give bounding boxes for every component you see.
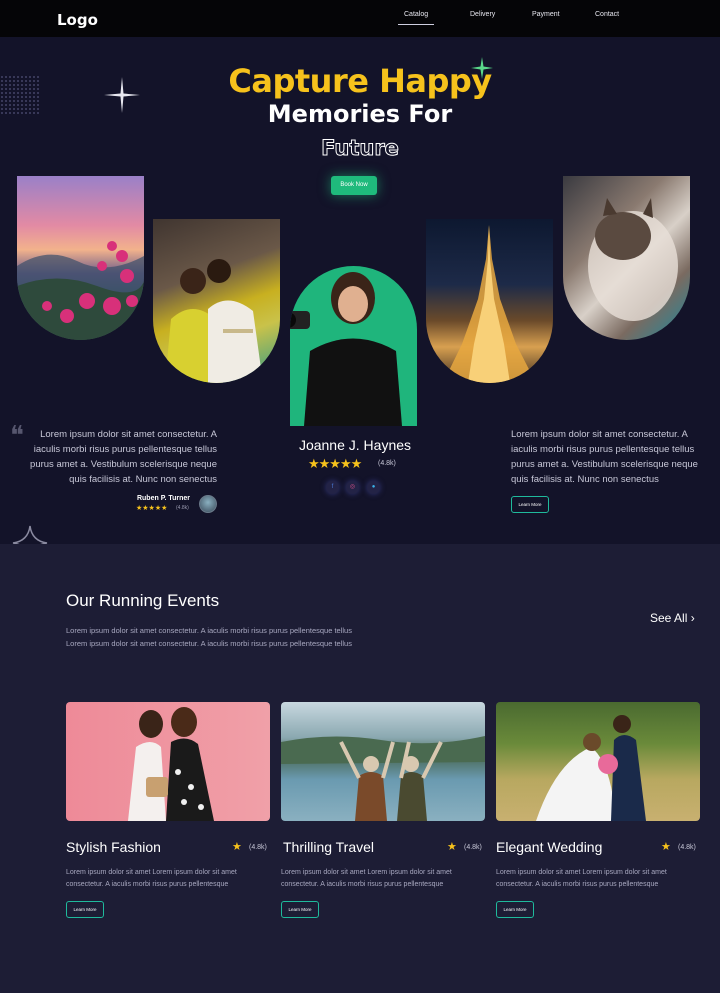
- learn-more-button[interactable]: Learn More: [281, 901, 319, 918]
- learn-more-button[interactable]: Learn More: [66, 901, 104, 918]
- hero-title-line2: Memories For: [267, 100, 453, 128]
- gallery-photo-sunset: [17, 176, 144, 340]
- star-icon: ★: [661, 841, 671, 853]
- see-all-link[interactable]: See All ›: [650, 611, 695, 625]
- testimonial-text: Lorem ipsum dolor sit amet consectetur. …: [30, 429, 217, 485]
- gallery-photo-photographer: [290, 266, 417, 426]
- featured-stars: ★★★★★: [308, 456, 362, 471]
- hero-title-line3: Future: [321, 136, 400, 161]
- hero-learn-more-button[interactable]: Learn More: [511, 496, 549, 513]
- events-section: Our Running Events Lorem ipsum dolor sit…: [0, 544, 720, 993]
- gallery-photo-eiffel-tower: [426, 219, 553, 383]
- twitter-icon[interactable]: ●: [367, 481, 380, 494]
- avatar: [199, 495, 217, 513]
- top-navbar: Logo Catalog Delivery Payment Contact: [0, 0, 720, 37]
- book-now-button[interactable]: Book Now: [331, 176, 377, 195]
- featured-rating: (4.8k): [378, 460, 396, 467]
- event-card-image-travel[interactable]: [281, 702, 485, 821]
- gallery-photo-couple: [153, 219, 280, 383]
- chevron-right-icon: ›: [690, 611, 695, 625]
- event-card-rating: (4.8k): [464, 844, 482, 851]
- logo[interactable]: Logo: [57, 11, 98, 29]
- event-card-description: Lorem ipsum dolor sit amet Lorem ipsum d…: [66, 869, 237, 888]
- learn-more-button[interactable]: Learn More: [496, 901, 534, 918]
- hero-title-line1: Capture Happy: [228, 62, 492, 100]
- gallery-photo-cat: [563, 176, 690, 340]
- nav-link-payment[interactable]: Payment: [532, 11, 560, 18]
- event-card-title[interactable]: Stylish Fashion: [66, 839, 161, 855]
- star-icon: ★: [232, 841, 242, 853]
- see-all-label: See All: [650, 611, 688, 625]
- testimonial-author: Ruben P. Turner: [136, 495, 190, 502]
- instagram-icon[interactable]: ◎: [346, 481, 359, 494]
- event-card-image-fashion[interactable]: [66, 702, 270, 821]
- event-card-description: Lorem ipsum dolor sit amet Lorem ipsum d…: [281, 869, 452, 888]
- nav-link-delivery[interactable]: Delivery: [470, 11, 495, 18]
- event-card-description: Lorem ipsum dolor sit amet Lorem ipsum d…: [496, 869, 667, 888]
- event-card-rating: (4.8k): [678, 844, 696, 851]
- events-title: Our Running Events: [66, 591, 220, 610]
- events-description: Lorem ipsum dolor sit amet consectetur. …: [66, 626, 352, 648]
- hero-section: Capture Happy Memories For Future Book N…: [0, 37, 720, 544]
- testimonial-stars: ★★★★★: [136, 505, 168, 512]
- event-card-title[interactable]: Elegant Wedding: [496, 839, 602, 855]
- event-card-title[interactable]: Thrilling Travel: [283, 839, 374, 855]
- nav-link-contact[interactable]: Contact: [595, 11, 619, 18]
- nav-link-catalog[interactable]: Catalog: [397, 11, 435, 25]
- event-card-rating: (4.8k): [249, 844, 267, 851]
- star-icon: ★: [447, 841, 457, 853]
- hero-right-text: Lorem ipsum dolor sit amet consectetur. …: [511, 429, 698, 485]
- testimonial-rating: (4.8k): [176, 505, 189, 511]
- facebook-icon[interactable]: f: [326, 481, 339, 494]
- event-card-image-wedding[interactable]: [496, 702, 700, 821]
